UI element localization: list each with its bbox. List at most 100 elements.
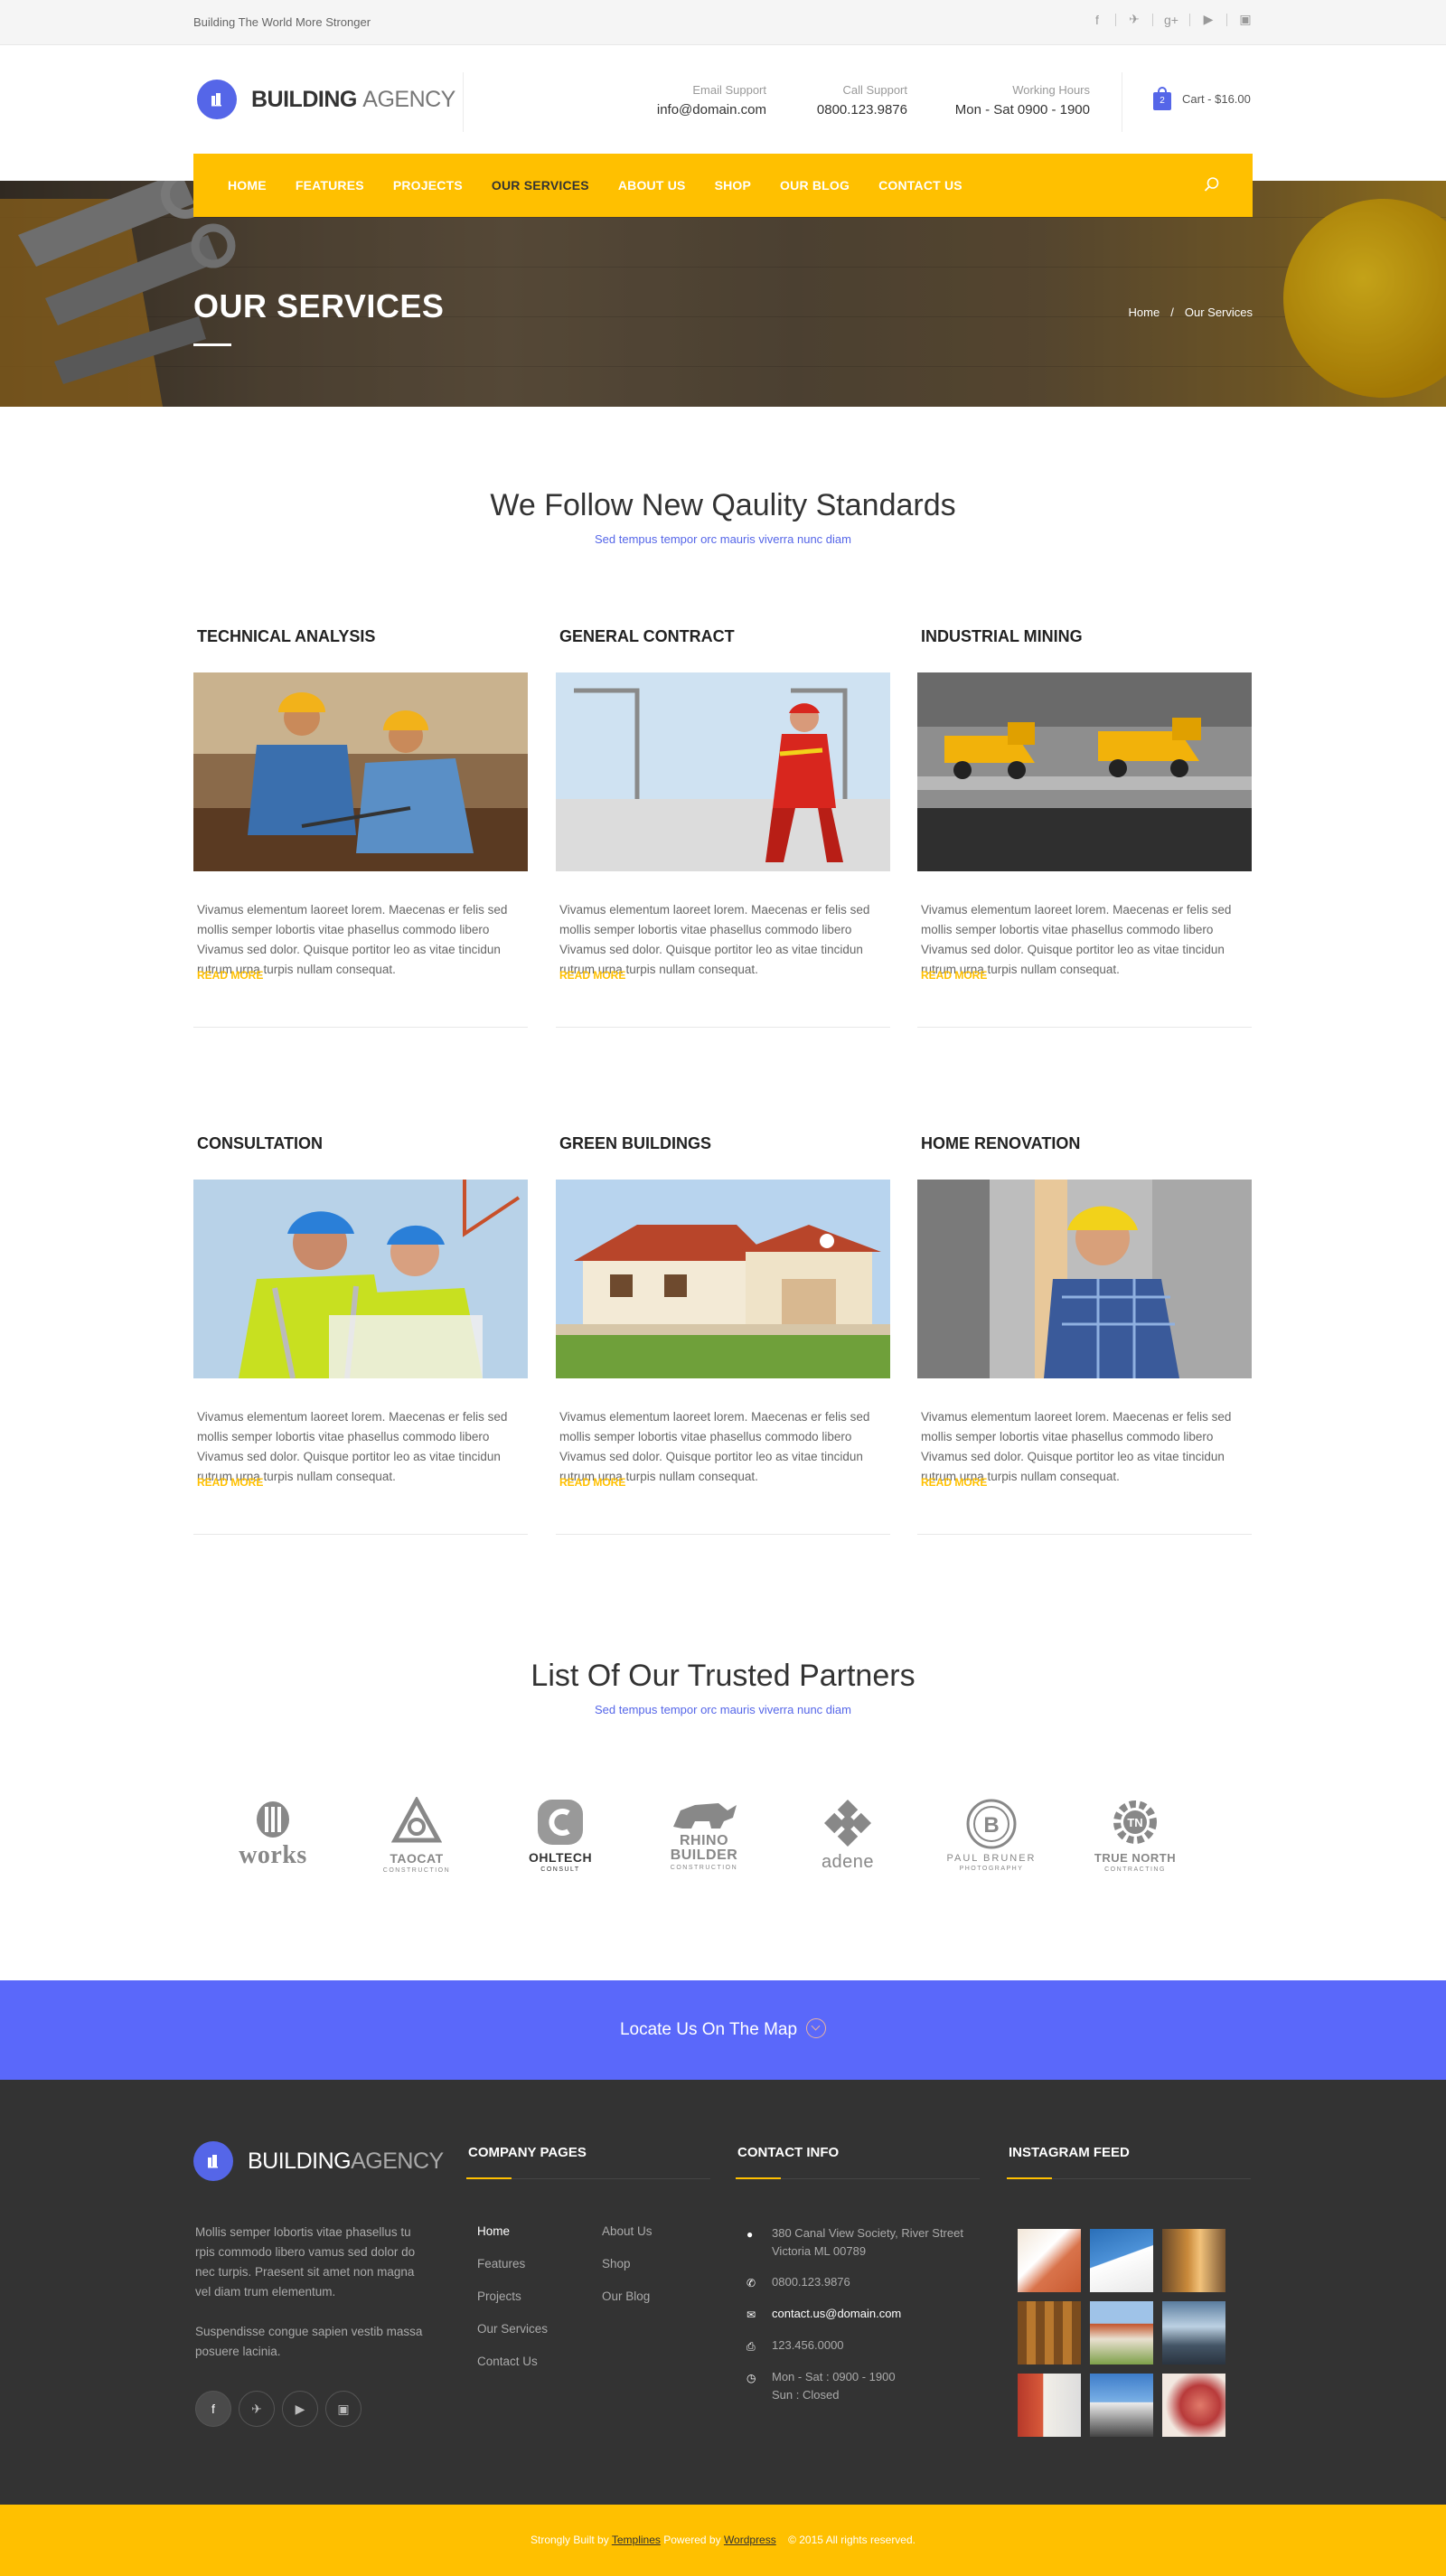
- nav-item-home[interactable]: HOME: [228, 178, 267, 193]
- instagram-icon[interactable]: ▣: [1238, 12, 1253, 27]
- youtube-icon[interactable]: ▶: [282, 2391, 318, 2427]
- call-support: Call Support 0800.123.9876: [817, 83, 907, 118]
- breadcrumb-home[interactable]: Home: [1129, 306, 1160, 319]
- twitter-icon[interactable]: ✈: [239, 2391, 275, 2427]
- read-more-link[interactable]: READ MORE: [559, 1476, 625, 1489]
- footer-link-home[interactable]: Home: [477, 2224, 548, 2257]
- templines-link[interactable]: Templines: [612, 2534, 661, 2546]
- logo-text-light: AGENCY: [351, 2148, 444, 2174]
- company-pages-list: Home Features Projects Our Services Contact …: [477, 2224, 548, 2387]
- partner-works-logo[interactable]: works: [219, 1785, 327, 1885]
- instagram-photo[interactable]: [1018, 2229, 1081, 2292]
- breadcrumb-current: Our Services: [1184, 306, 1253, 319]
- service-title[interactable]: INDUSTRIAL MINING: [917, 627, 1252, 649]
- call-support-value[interactable]: 0800.123.9876: [817, 102, 907, 118]
- footer-logo[interactable]: BUILDINGAGENCY: [193, 2141, 444, 2181]
- top-bar: Building The World More Stronger f ✈ g+ …: [0, 0, 1446, 45]
- service-image[interactable]: [917, 1180, 1252, 1378]
- service-card: GREEN BUILDINGS Vivamus elementum laoreet…: [556, 1134, 890, 1535]
- read-more-link[interactable]: READ MORE: [921, 1476, 987, 1489]
- phone-icon: ✆: [746, 2277, 756, 2289]
- read-more-link[interactable]: READ MORE: [197, 969, 263, 982]
- partners-heading: List Of Our Trusted Partners Sed tempus …: [0, 1659, 1446, 1716]
- contact-email[interactable]: contact.us@domain.com: [772, 2305, 901, 2324]
- instagram-photo[interactable]: [1162, 2301, 1225, 2364]
- contact-info: ● 380 Canal View Society, River Street Vi…: [746, 2224, 991, 2417]
- footer-link-features[interactable]: Features: [477, 2257, 548, 2289]
- facebook-icon[interactable]: f: [1090, 13, 1104, 27]
- instagram-photo[interactable]: [1018, 2301, 1081, 2364]
- nav-item-shop[interactable]: SHOP: [715, 178, 751, 193]
- contact-phone[interactable]: 0800.123.9876: [772, 2273, 850, 2292]
- service-description: Vivamus elementum laoreet lorem. Maecena…: [559, 903, 870, 976]
- service-title[interactable]: HOME RENOVATION: [917, 1134, 1252, 1156]
- cart-button[interactable]: 2 Cart - $16.00: [1153, 87, 1251, 110]
- clock-icon: ◷: [746, 2372, 756, 2384]
- read-more-link[interactable]: READ MORE: [197, 1476, 263, 1489]
- email-support-value[interactable]: info@domain.com: [657, 102, 766, 118]
- working-hours-label: Working Hours: [1012, 83, 1090, 97]
- divider: [1189, 13, 1190, 26]
- read-more-link[interactable]: READ MORE: [921, 969, 987, 982]
- service-title[interactable]: GREEN BUILDINGS: [556, 1134, 890, 1156]
- building-icon: [197, 80, 237, 119]
- nav-item-our-services[interactable]: OUR SERVICES: [492, 178, 589, 193]
- service-card: GENERAL CONTRACT Vivamus elementum laoree…: [556, 627, 890, 1028]
- service-title[interactable]: GENERAL CONTRACT: [556, 627, 890, 649]
- instagram-icon[interactable]: ▣: [325, 2391, 362, 2427]
- footer-link-our-blog[interactable]: Our Blog: [602, 2289, 653, 2322]
- partner-taocat-logo[interactable]: TAOCAT CONSTRUCTION: [362, 1785, 471, 1885]
- fax-icon: ⎙: [746, 2340, 756, 2353]
- site-logo[interactable]: BUILDING AGENCY: [197, 80, 455, 119]
- google-plus-icon[interactable]: g+: [1164, 13, 1178, 27]
- partner-adene-logo[interactable]: adene: [793, 1785, 902, 1885]
- service-description: Vivamus elementum laoreet lorem. Maecena…: [197, 1410, 508, 1483]
- divider: [556, 1027, 890, 1028]
- instagram-photo[interactable]: [1162, 2229, 1225, 2292]
- instagram-photo[interactable]: [1090, 2374, 1153, 2437]
- service-image[interactable]: [556, 1180, 890, 1378]
- service-image[interactable]: [193, 1180, 528, 1378]
- partner-paul-bruner-logo[interactable]: B PAUL BRUNER PHOTOGRAPHY: [937, 1785, 1046, 1885]
- section-subtitle: Sed tempus tempor orc mauris viverra nun…: [595, 532, 851, 546]
- service-image[interactable]: [193, 672, 528, 871]
- footer-link-contact-us[interactable]: Contact Us: [477, 2355, 548, 2387]
- search-icon[interactable]: [1204, 176, 1220, 193]
- building-icon: [193, 2141, 233, 2181]
- facebook-icon[interactable]: f: [195, 2391, 231, 2427]
- instagram-photo[interactable]: [1090, 2301, 1153, 2364]
- read-more-link[interactable]: READ MORE: [559, 969, 625, 982]
- instagram-photo[interactable]: [1090, 2229, 1153, 2292]
- wordpress-link[interactable]: Wordpress: [724, 2534, 776, 2546]
- service-description: Vivamus elementum laoreet lorem. Maecena…: [921, 1410, 1232, 1483]
- shopping-bag-icon: 2: [1153, 87, 1171, 110]
- nav-item-about-us[interactable]: ABOUT US: [618, 178, 686, 193]
- nav-item-our-blog[interactable]: OUR BLOG: [780, 178, 850, 193]
- locate-map-bar[interactable]: Locate Us On The Map: [0, 1980, 1446, 2080]
- main-nav: HOME FEATURES PROJECTS OUR SERVICES ABOUT US…: [193, 154, 1253, 217]
- contact-hours: Sun : Closed: [772, 2388, 840, 2402]
- service-title[interactable]: CONSULTATION: [193, 1134, 528, 1156]
- service-description: Vivamus elementum laoreet lorem. Maecena…: [559, 1410, 870, 1483]
- service-title[interactable]: TECHNICAL ANALYSIS: [193, 627, 528, 649]
- contact-hours: Mon - Sat : 0900 - 1900: [772, 2370, 896, 2383]
- youtube-icon[interactable]: ▶: [1201, 12, 1216, 27]
- footer-link-projects[interactable]: Projects: [477, 2289, 548, 2322]
- chevron-down-icon[interactable]: [806, 2018, 827, 2038]
- twitter-icon[interactable]: ✈: [1127, 12, 1141, 27]
- service-image[interactable]: [556, 672, 890, 871]
- footer-link-our-services[interactable]: Our Services: [477, 2322, 548, 2355]
- instagram-photo[interactable]: [1162, 2374, 1225, 2437]
- nav-item-features[interactable]: FEATURES: [296, 178, 364, 193]
- nav-item-projects[interactable]: PROJECTS: [393, 178, 463, 193]
- envelope-icon: ✉: [746, 2308, 756, 2321]
- footer-link-shop[interactable]: Shop: [602, 2257, 653, 2289]
- nav-item-contact-us[interactable]: CONTACT US: [878, 178, 962, 193]
- footer-link-about-us[interactable]: About Us: [602, 2224, 653, 2257]
- divider: [193, 1534, 528, 1535]
- partner-rhino-builder-logo[interactable]: RHINO BUILDER CONSTRUCTION: [650, 1785, 758, 1885]
- partner-true-north-logo[interactable]: TN TRUE NORTH CONTRACTING: [1081, 1785, 1189, 1885]
- partner-ohltech-logo[interactable]: OHLTECH CONSULT: [506, 1785, 615, 1885]
- instagram-photo[interactable]: [1018, 2374, 1081, 2437]
- service-image[interactable]: [917, 672, 1252, 871]
